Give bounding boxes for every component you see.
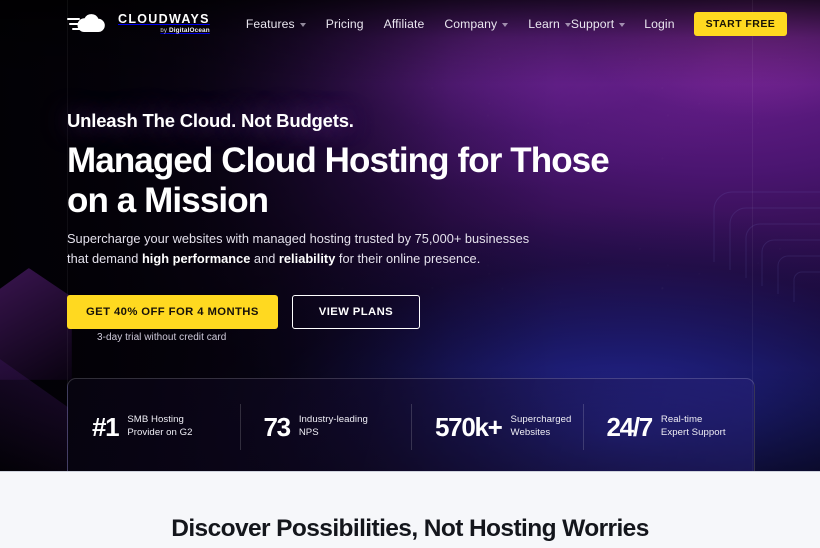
- hero-subheading-bold1: high performance: [141, 251, 251, 266]
- stat-value: #1: [92, 411, 120, 442]
- nav-item-features-label: Features: [245, 17, 295, 31]
- stat-label-line1: Industry-leading: [298, 414, 368, 425]
- stat-item: 24/7 Real-time Expert Support: [582, 403, 755, 450]
- hero-subheading-bold2: reliability: [278, 251, 336, 266]
- stat-label: SMB Hosting Provider on G2: [127, 414, 192, 439]
- hero-stats-card: #1 SMB Hosting Provider on G2 73 Industr…: [67, 378, 755, 471]
- logo-wordmark: CLOUDWAYS by DigitalOcean: [118, 13, 210, 34]
- stat-value: 73: [263, 411, 292, 442]
- nav-item-affiliate[interactable]: Affiliate: [384, 17, 425, 31]
- hero-subheading: Supercharge your websites with managed h…: [67, 229, 537, 269]
- nav-right-links: Support Login START FREE: [570, 12, 788, 36]
- view-plans-button[interactable]: VIEW PLANS: [291, 295, 421, 329]
- stat-item: #1 SMB Hosting Provider on G2: [68, 404, 240, 450]
- stat-label-line1: Real-time: [660, 414, 703, 425]
- logo-sub-name: DigitalOcean: [168, 27, 210, 35]
- nav-item-affiliate-label: Affiliate: [383, 17, 425, 31]
- logo-subtitle: by DigitalOcean: [160, 27, 210, 35]
- chevron-down-icon: [502, 23, 509, 27]
- chevron-down-icon: [619, 23, 626, 27]
- trial-note: 3-day trial without credit card: [97, 332, 227, 343]
- nav-item-learn[interactable]: Learn: [528, 17, 571, 31]
- discover-section-heading: Discover Possibilities, Not Hosting Worr…: [171, 515, 649, 542]
- start-free-button[interactable]: START FREE: [693, 12, 788, 36]
- stat-label-line2: Expert Support: [660, 426, 726, 438]
- hero-subheading-part3: for their online presence.: [335, 251, 481, 266]
- nav-item-features[interactable]: Features: [246, 17, 306, 31]
- hero-headline: Managed Cloud Hosting for Those on a Mis…: [67, 141, 610, 220]
- stat-value: 570k+: [435, 411, 503, 442]
- discover-section: Discover Possibilities, Not Hosting Worr…: [0, 471, 820, 548]
- stat-label: Industry-leading NPS: [299, 414, 368, 439]
- stat-label-line1: Supercharged: [510, 414, 572, 425]
- stat-label: Real-time Expert Support: [661, 414, 726, 439]
- stat-label-line2: Websites: [510, 426, 551, 438]
- hero-cta-row: GET 40% OFF FOR 4 MONTHS VIEW PLANS: [67, 295, 421, 329]
- logo-link[interactable]: CLOUDWAYS by DigitalOcean: [67, 11, 210, 37]
- logo-sub-prefix: by: [160, 28, 167, 35]
- stat-label: Supercharged Websites: [511, 414, 572, 439]
- stat-item: 73 Industry-leading NPS: [239, 403, 412, 450]
- nav-item-learn-label: Learn: [528, 17, 560, 31]
- nav-item-login-label: Login: [644, 17, 675, 31]
- stat-item: 570k+ Supercharged Websites: [411, 403, 583, 450]
- stat-label-line2: NPS: [298, 426, 319, 438]
- get-offer-button[interactable]: GET 40% OFF FOR 4 MONTHS: [67, 295, 278, 329]
- hero-section: CLOUDWAYS by DigitalOcean Features Prici…: [0, 0, 820, 471]
- stat-value: 24/7: [606, 411, 654, 442]
- stat-label-line2: Provider on G2: [127, 426, 193, 438]
- main-navigation: CLOUDWAYS by DigitalOcean Features Prici…: [0, 0, 820, 48]
- hero-subheading-part2: and: [250, 251, 279, 266]
- stat-label-line1: SMB Hosting: [127, 414, 184, 425]
- nav-item-support-label: Support: [570, 17, 615, 31]
- cloudways-cloud-icon: [67, 11, 111, 37]
- nav-item-login[interactable]: Login: [644, 17, 674, 31]
- nav-item-company-label: Company: [444, 17, 498, 31]
- nav-item-pricing[interactable]: Pricing: [326, 17, 364, 31]
- chevron-down-icon: [299, 23, 306, 27]
- nav-item-pricing-label: Pricing: [325, 17, 364, 31]
- logo-name: CLOUDWAYS: [118, 12, 210, 27]
- nav-item-support[interactable]: Support: [570, 17, 626, 31]
- hero-eyebrow: Unleash The Cloud. Not Budgets.: [67, 110, 354, 131]
- nav-main-links: Features Pricing Affiliate Company Learn: [246, 17, 571, 31]
- nav-item-company[interactable]: Company: [444, 17, 509, 31]
